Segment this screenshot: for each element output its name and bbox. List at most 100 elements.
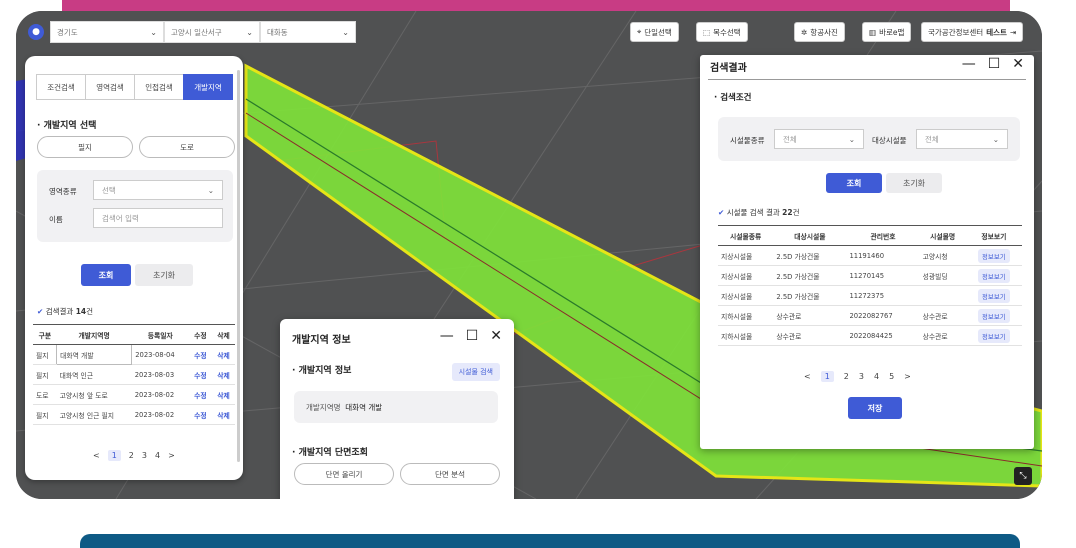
single-select-button[interactable]: ⌖ 단일선택 [630, 22, 679, 42]
reset-button[interactable]: 초기화 [886, 173, 942, 193]
col-type: 구분 [33, 324, 57, 345]
page-1[interactable]: 1 [107, 450, 121, 461]
chevron-down-icon: ⌄ [246, 27, 253, 37]
maximize-icon[interactable]: ☐ [466, 329, 479, 343]
target-facility-select[interactable]: 전체 ⌄ [916, 129, 1008, 149]
table-row[interactable]: 필지 대화역 인근 2023-08-03 수정 삭제 [33, 364, 235, 385]
delete-button[interactable]: 삭제 [211, 344, 235, 365]
edit-button[interactable]: 수정 [188, 384, 212, 405]
area-type-select[interactable]: 선택 ⌄ [93, 180, 223, 200]
dong-select[interactable]: 대화동 ⌄ [260, 21, 356, 43]
delete-button[interactable]: 삭제 [211, 364, 235, 385]
tab-dev-area[interactable]: 개발지역 [183, 74, 233, 100]
search-button[interactable]: 조회 [826, 173, 882, 193]
table-row[interactable]: 지상시설물 2.5D 가상건물 11191460 고양시청 정보보기 [718, 245, 1022, 266]
section-title: · 검색조건 [714, 93, 752, 103]
facility-table: 시설물종류 대상시설물 관리번호 시설물명 정보보기 지상시설물 2.5D 가상건… [718, 225, 1022, 346]
minimize-icon[interactable]: — [440, 329, 454, 343]
location-pin-icon[interactable]: ● [28, 24, 44, 40]
prev-page-icon[interactable]: < [93, 451, 100, 460]
table-row[interactable]: 지상시설물 2.5D 가상건물 11272375 정보보기 [718, 285, 1022, 306]
option-road[interactable]: 도로 [139, 136, 235, 158]
page-4[interactable]: 4 [874, 372, 879, 381]
basemap-button[interactable]: ▥ 바로e맵 [862, 22, 912, 42]
col-delete: 삭제 [211, 324, 235, 345]
close-icon[interactable]: ✕ [1012, 57, 1024, 71]
reset-button[interactable]: 초기화 [135, 264, 193, 286]
user-logout-button[interactable]: 국가공간정보센터 테스트 ⇥ [921, 22, 1024, 42]
page-5[interactable]: 5 [889, 372, 894, 381]
multi-cursor-icon: ⬚ [703, 27, 711, 37]
section-title: · 개발지역 선택 [37, 121, 97, 131]
logout-icon: ⇥ [1009, 27, 1017, 37]
table-row[interactable]: 지상시설물 2.5D 가상건물 11270145 성광빌딩 정보보기 [718, 265, 1022, 286]
minimize-icon[interactable]: — [962, 57, 976, 71]
table-row[interactable]: 지하시설물 상수관로 2022082767 상수관로 정보보기 [718, 305, 1022, 326]
aerial-photo-button[interactable]: ✲ 항공사진 [794, 22, 845, 42]
search-tabs: 조건검색 영역검색 인접검색 개발지역 [36, 74, 233, 100]
edit-button[interactable]: 수정 [188, 364, 212, 385]
pagination: < 1 2 3 4 > [93, 450, 175, 461]
region-selector: ● 경기도 ⌄ 고양시 일산서구 ⌄ 대화동 ⌄ [28, 21, 356, 43]
page-3[interactable]: 3 [859, 372, 864, 381]
city-select[interactable]: 고양시 일산서구 ⌄ [164, 21, 260, 43]
close-icon[interactable]: ✕ [490, 329, 502, 343]
view-info-button[interactable]: 정보보기 [977, 288, 1010, 303]
tab-condition-search[interactable]: 조건검색 [36, 74, 86, 100]
aerial-icon: ✲ [801, 27, 808, 37]
facility-search-button[interactable]: 시설물 검색 [451, 363, 500, 381]
next-page-icon[interactable]: > [904, 372, 911, 381]
facility-type-select[interactable]: 전체 ⌄ [774, 129, 864, 149]
cursor-icon: ⌖ [637, 27, 642, 36]
delete-button[interactable]: 삭제 [211, 384, 235, 405]
col-name: 개발지역명 [56, 324, 132, 345]
option-parcel[interactable]: 필지 [37, 136, 133, 158]
delete-button[interactable]: 삭제 [211, 404, 235, 425]
view-info-button[interactable]: 정보보기 [977, 268, 1010, 283]
page-4[interactable]: 4 [155, 451, 160, 460]
maximize-icon[interactable]: ☐ [988, 57, 1001, 71]
upload-section-button[interactable]: 단면 올리기 [294, 463, 394, 485]
col-edit: 수정 [188, 324, 212, 345]
page-3[interactable]: 3 [142, 451, 147, 460]
search-panel: 조건검색 영역검색 인접검색 개발지역 · 개발지역 선택 필지 도로 영역종류… [25, 56, 243, 480]
search-result-dialog: 검색결과 — ☐ ✕ · 검색조건 시설물종류 전체 ⌄ 대상시설물 전체 ⌄ 조회 초… [700, 55, 1034, 449]
multi-select-button[interactable]: ⬚ 복수선택 [696, 22, 748, 42]
condition-form: 시설물종류 전체 ⌄ 대상시설물 전체 ⌄ [718, 117, 1020, 161]
search-button[interactable]: 조회 [81, 264, 131, 286]
name-input[interactable]: 검색어 입력 [93, 208, 223, 228]
filter-form: 영역종류 선택 ⌄ 이름 검색어 입력 [37, 170, 233, 242]
tab-area-search[interactable]: 영역검색 [85, 74, 135, 100]
window-controls: — ☐ ✕ [440, 329, 502, 343]
page-2[interactable]: 2 [129, 451, 134, 460]
facility-type-label: 시설물종류 [730, 136, 765, 145]
fullscreen-icon[interactable]: ⤡ [1014, 467, 1032, 485]
table-header: 구분 개발지역명 등록일자 수정 삭제 [33, 324, 235, 345]
province-select[interactable]: 경기도 ⌄ [50, 21, 164, 43]
prev-page-icon[interactable]: < [804, 372, 811, 381]
chevron-down-icon: ⌄ [848, 134, 855, 144]
page-2[interactable]: 2 [844, 372, 849, 381]
result-summary: ✔ 검색결과 14건 [37, 307, 94, 316]
map-icon: ▥ [869, 27, 877, 37]
table-row[interactable]: 도로 고양시청 앞 도로 2023-08-02 수정 삭제 [33, 384, 235, 405]
title-divider [708, 79, 1026, 80]
analyze-section-button[interactable]: 단면 분석 [400, 463, 500, 485]
table-row[interactable]: 필지 고양시청 인근 필지 2023-08-02 수정 삭제 [33, 404, 235, 425]
dev-area-info-dialog: 개발지역 정보 — ☐ ✕ · 개발지역 정보 시설물 검색 개발지역명 대화역 개… [280, 319, 514, 499]
section-title: · 개발지역 정보 [292, 366, 352, 376]
next-page-icon[interactable]: > [168, 451, 175, 460]
table-row[interactable]: 필지 대화역 개발 2023-08-04 수정 삭제 [33, 344, 235, 365]
edit-button[interactable]: 수정 [188, 344, 212, 365]
view-info-button[interactable]: 정보보기 [977, 248, 1010, 263]
page-1[interactable]: 1 [820, 371, 834, 382]
view-info-button[interactable]: 정보보기 [977, 328, 1010, 343]
result-summary: ✔ 시설물 검색 결과 22건 [718, 208, 800, 217]
window-controls: — ☐ ✕ [962, 57, 1024, 71]
edit-button[interactable]: 수정 [188, 404, 212, 425]
save-button[interactable]: 저장 [848, 397, 902, 419]
table-row[interactable]: 지하시설물 상수관로 2022084425 상수관로 정보보기 [718, 325, 1022, 346]
view-info-button[interactable]: 정보보기 [977, 308, 1010, 323]
tab-adjacent-search[interactable]: 인접검색 [134, 74, 184, 100]
scrollbar[interactable] [237, 70, 240, 462]
